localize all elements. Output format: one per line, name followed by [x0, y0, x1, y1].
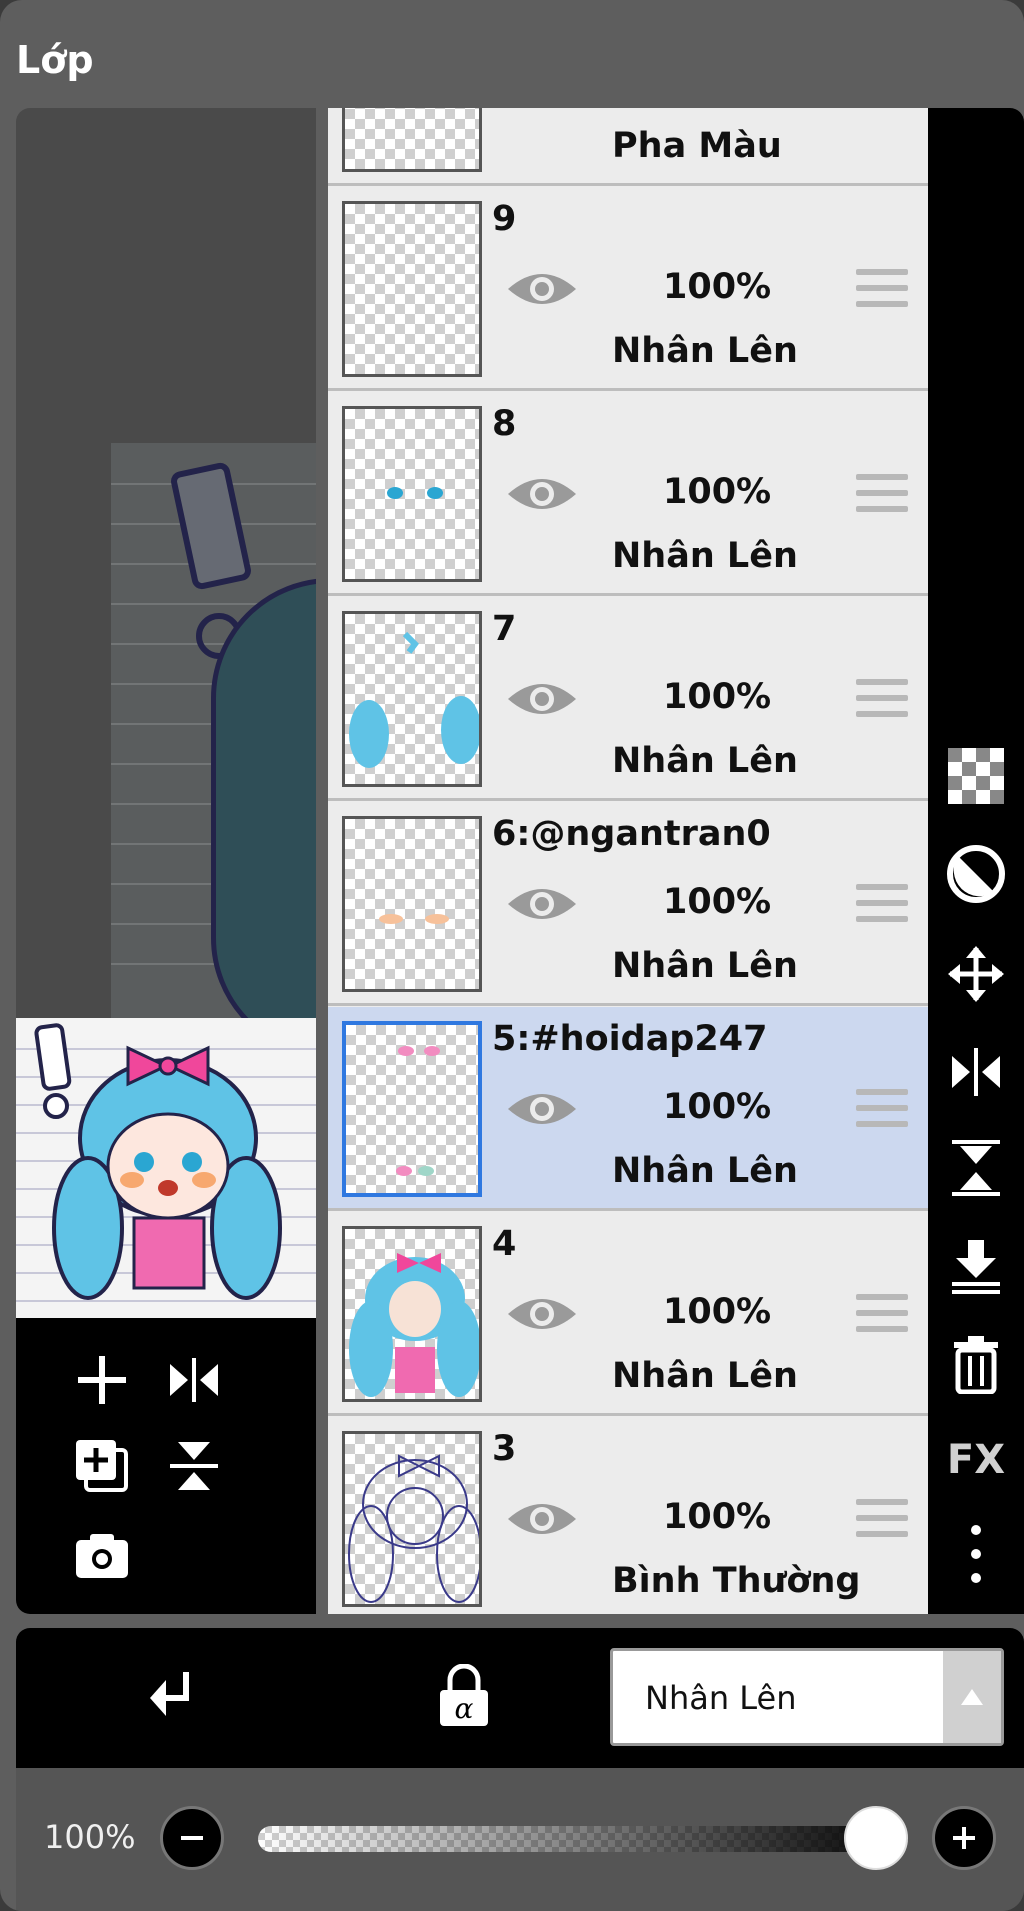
layer-blend-mode: Nhân Lên — [612, 1151, 798, 1191]
fx-button[interactable]: FX — [946, 1430, 1006, 1490]
layer-opacity: 100% — [663, 1087, 772, 1127]
layer-name: 7 — [492, 609, 517, 649]
artwork-drawing — [34, 1023, 282, 1300]
opacity-value: 100% — [44, 1818, 136, 1856]
layer-row[interactable]: 8 100% Nhân Lên — [328, 392, 928, 596]
layer-thumbnail[interactable] — [342, 406, 482, 582]
layer-blend-mode: Nhân Lên — [612, 331, 798, 371]
panel-title: Lớp — [16, 38, 94, 82]
flip-layer-horizontal-icon[interactable] — [946, 1042, 1006, 1102]
layer-thumbnail[interactable] — [342, 611, 482, 787]
blend-mode-value: Nhân Lên — [645, 1679, 797, 1717]
layer-thumbnail[interactable] — [342, 1431, 482, 1607]
layer-thumbnail[interactable] — [342, 201, 482, 377]
layer-blend-mode: Nhân Lên — [612, 536, 798, 576]
layer-thumbnail[interactable] — [342, 816, 482, 992]
opacity-slider-track[interactable] — [258, 1826, 908, 1852]
alpha-lock-icon[interactable]: α — [434, 1663, 494, 1728]
layer-opacity: 100% — [663, 1292, 772, 1332]
layer-opacity: 100% — [663, 677, 772, 717]
svg-text:α: α — [455, 1692, 474, 1725]
layer-blend-mode: Nhân Lên — [612, 1356, 798, 1396]
layer-row[interactable]: 7 100% Nhân Lên — [328, 597, 928, 801]
layer-thumbnail[interactable] — [342, 1021, 482, 1197]
layer-blend-mode: Nhân Lên — [612, 741, 798, 781]
flip-layer-vertical-icon[interactable] — [946, 1138, 1006, 1198]
opacity-decrease-button[interactable] — [160, 1806, 224, 1870]
drag-handle-icon[interactable] — [856, 1499, 908, 1541]
drag-handle-icon[interactable] — [856, 1294, 908, 1336]
artwork-thumbnail[interactable] — [16, 1018, 316, 1318]
layer-blend-mode: Bình Thường — [612, 1561, 861, 1601]
opacity-slider-handle[interactable] — [844, 1806, 908, 1870]
drag-handle-icon[interactable] — [856, 1089, 908, 1131]
back-arrow-icon[interactable] — [140, 1666, 200, 1726]
layer-opacity: 100% — [663, 882, 772, 922]
eye-icon[interactable] — [504, 1085, 580, 1133]
canvas-preview[interactable] — [16, 108, 316, 1018]
trash-icon[interactable] — [946, 1334, 1006, 1394]
layer-blend-mode: Pha Màu — [612, 126, 782, 166]
sketch-hair — [211, 578, 316, 1018]
merge-down-icon[interactable] — [946, 1236, 1006, 1296]
layer-name: 9 — [492, 199, 517, 239]
left-toolbar — [16, 1318, 316, 1614]
layer-name: 6:@ngantran0 — [492, 814, 771, 854]
eye-icon[interactable] — [504, 880, 580, 928]
layer-row[interactable]: 9 100% Nhân Lên — [328, 187, 928, 391]
eye-icon[interactable] — [504, 1495, 580, 1543]
duplicate-layer-icon[interactable] — [72, 1436, 132, 1496]
blend-mode-select[interactable]: Nhân Lên — [610, 1648, 1004, 1746]
right-toolbar: FX — [928, 108, 1024, 1614]
layer-row[interactable]: 5:#hoidap247 100% Nhân Lên — [328, 1007, 928, 1211]
chevron-up-icon[interactable] — [943, 1651, 1001, 1743]
add-layer-icon[interactable] — [72, 1350, 132, 1410]
layer-row[interactable]: 100%Pha Màu — [328, 108, 928, 186]
layer-row[interactable]: 6:@ngantran0 100% Nhân Lên — [328, 802, 928, 1006]
layer-thumbnail[interactable] — [342, 1226, 482, 1402]
flip-vertical-icon[interactable] — [164, 1436, 224, 1496]
layer-opacity: 100% — [663, 472, 772, 512]
layer-row[interactable]: 3 100% Bình Thường — [328, 1417, 928, 1614]
layer-name: 3 — [492, 1429, 517, 1469]
drag-handle-icon[interactable] — [856, 679, 908, 721]
eye-icon[interactable] — [504, 675, 580, 723]
clipping-icon[interactable] — [946, 844, 1006, 904]
eye-icon[interactable] — [504, 265, 580, 313]
more-options-icon[interactable] — [946, 1524, 1006, 1584]
opacity-increase-button[interactable] — [932, 1806, 996, 1870]
layer-list[interactable]: 100%Pha Màu9100%Nhân Lên8100%Nhân Lên710… — [328, 108, 928, 1614]
layer-name: 5:#hoidap247 — [492, 1019, 768, 1059]
eye-icon[interactable] — [504, 1290, 580, 1338]
layer-panel: Lớp Pha Màu 9 100% Nhân Lên 8 100% Nhân … — [0, 0, 1024, 1911]
camera-icon[interactable] — [72, 1526, 132, 1586]
layer-opacity: 100% — [663, 1497, 772, 1537]
layer-opacity: 100% — [663, 267, 772, 307]
drag-handle-icon[interactable] — [856, 269, 908, 311]
drag-handle-icon[interactable] — [856, 884, 908, 926]
layer-thumbnail[interactable] — [342, 108, 482, 172]
transparency-icon[interactable] — [946, 746, 1006, 806]
flip-horizontal-icon[interactable] — [164, 1350, 224, 1410]
layer-blend-mode: Nhân Lên — [612, 946, 798, 986]
eye-icon[interactable] — [504, 470, 580, 518]
layer-name: 4 — [492, 1224, 517, 1264]
layer-name: 8 — [492, 404, 517, 444]
layer-row[interactable]: 4 100% Nhân Lên — [328, 1212, 928, 1416]
move-icon[interactable] — [946, 944, 1006, 1004]
drag-handle-icon[interactable] — [856, 474, 908, 516]
